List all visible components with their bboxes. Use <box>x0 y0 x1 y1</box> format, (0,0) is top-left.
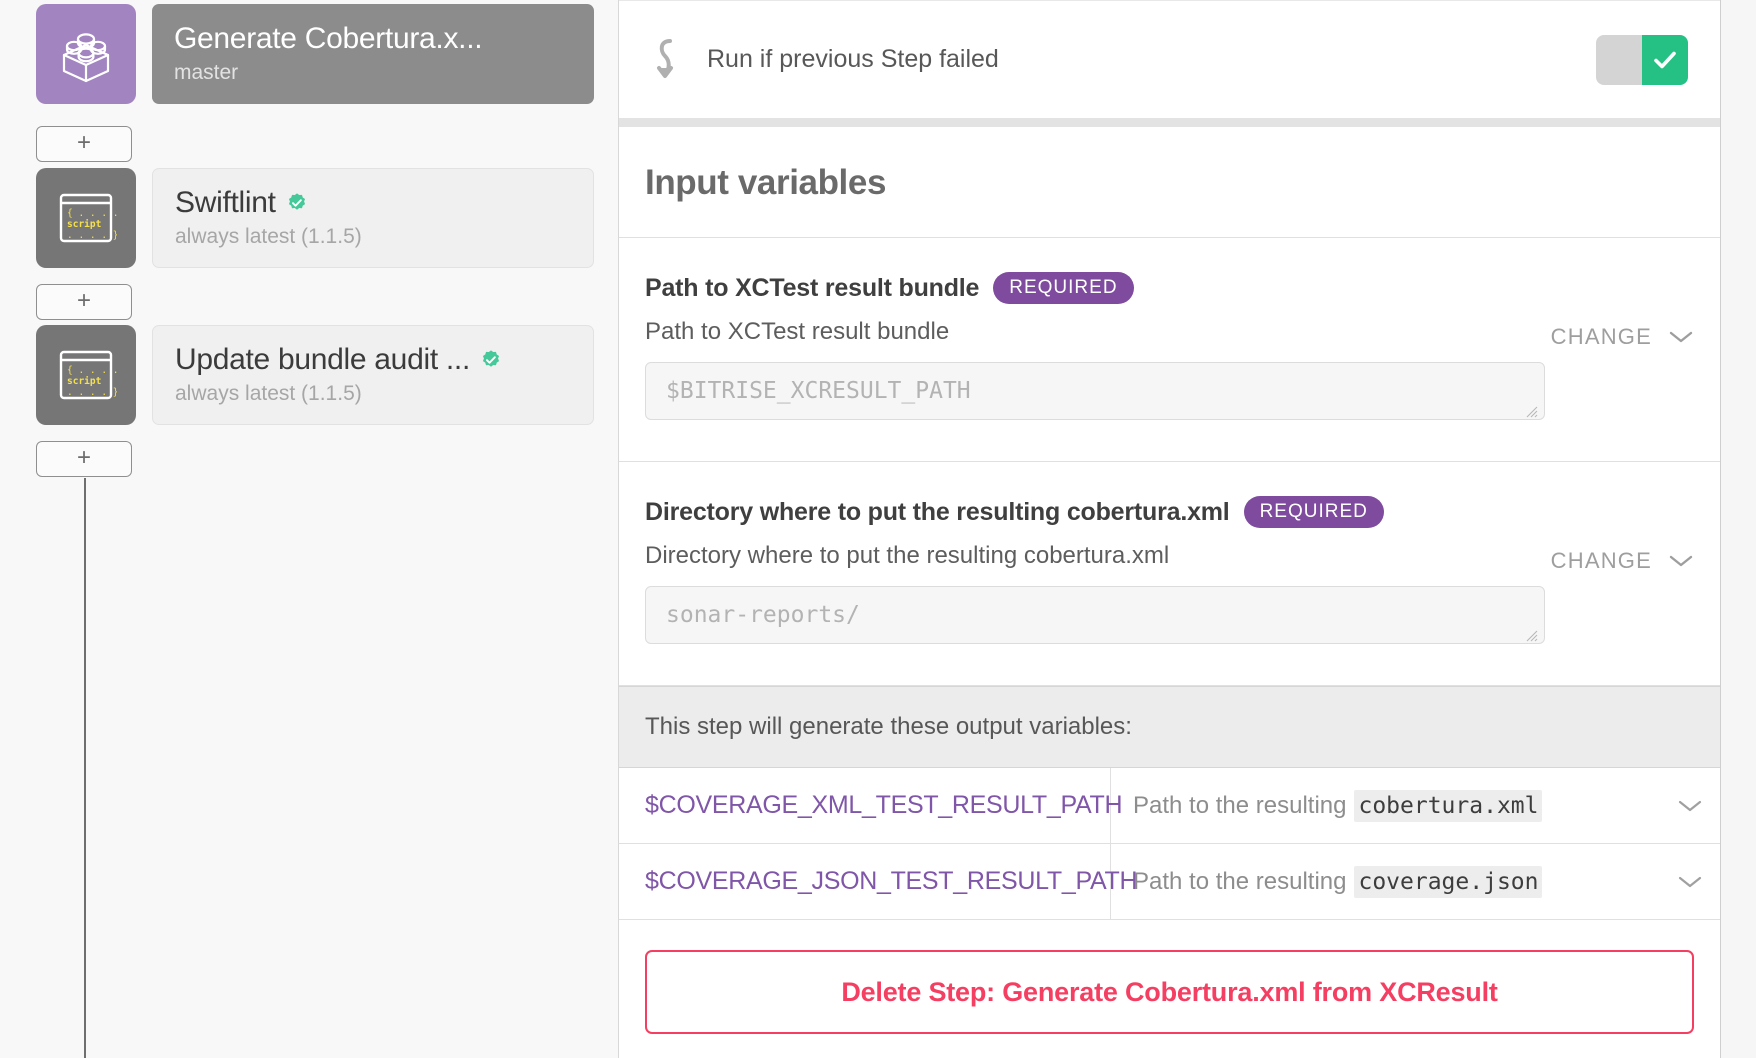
change-toggle-output-dir[interactable]: CHANGE <box>1551 548 1694 574</box>
workflow-step-generate-cobertura[interactable]: Generate Cobertura.x... master <box>36 4 594 104</box>
svg-text:{ . . . .: { . . . . <box>67 208 117 219</box>
output-row-expand-button[interactable] <box>1660 768 1720 843</box>
required-badge: REQUIRED <box>993 272 1133 304</box>
verified-badge-icon <box>286 192 308 214</box>
output-variable-description: Path to the resulting coverage.json <box>1111 844 1660 919</box>
check-icon <box>1651 48 1679 72</box>
script-icon: { . . . . script . . . . } <box>36 168 136 268</box>
svg-text:. . . . }: . . . . } <box>67 230 117 241</box>
run-if-previous-failed-row: Run if previous Step failed <box>619 0 1720 118</box>
step-title: Update bundle audit ... <box>175 344 470 376</box>
input-heading-label: Directory where to put the resulting cob… <box>645 498 1230 527</box>
output-variables-header: This step will generate these output var… <box>619 686 1720 768</box>
output-variable-key[interactable]: $COVERAGE_JSON_TEST_RESULT_PATH <box>619 844 1111 919</box>
chevron-down-icon <box>1677 874 1703 890</box>
workflow-step-swiftlint[interactable]: { . . . . script . . . . } Swiftlint alw… <box>36 168 594 268</box>
output-row-expand-button[interactable] <box>1660 844 1720 919</box>
input-variables-title: Input variables <box>619 127 1720 238</box>
step-title-row: Update bundle audit ... <box>175 344 571 376</box>
output-variable-key[interactable]: $COVERAGE_XML_TEST_RESULT_PATH <box>619 768 1111 843</box>
step-subtitle: always latest (1.1.5) <box>175 225 571 249</box>
chevron-down-icon <box>1677 798 1703 814</box>
input-heading-row: Directory where to put the resulting cob… <box>645 496 1694 528</box>
change-label: CHANGE <box>1551 548 1652 574</box>
run-if-label: Run if previous Step failed <box>707 45 1596 74</box>
input-field-wrap <box>645 362 1545 425</box>
step-card[interactable]: Update bundle audit ... always latest (1… <box>152 325 594 425</box>
verified-badge-icon <box>480 349 502 371</box>
lego-brick-icon <box>36 4 136 104</box>
change-toggle-xcresult-path[interactable]: CHANGE <box>1551 324 1694 350</box>
xcresult-path-input[interactable] <box>645 362 1545 420</box>
svg-text:script: script <box>67 376 101 387</box>
output-desc-prefix: Path to the resulting <box>1133 868 1346 896</box>
output-dir-input[interactable] <box>645 586 1545 644</box>
input-heading-label: Path to XCTest result bundle <box>645 274 979 303</box>
output-desc-code: cobertura.xml <box>1354 790 1542 822</box>
step-title-row: Swiftlint <box>175 187 571 219</box>
step-card[interactable]: Swiftlint always latest (1.1.5) <box>152 168 594 268</box>
change-label: CHANGE <box>1551 324 1652 350</box>
delete-step-wrap: Delete Step: Generate Cobertura.xml from… <box>619 920 1720 1058</box>
step-title: Swiftlint <box>175 187 276 219</box>
step-title-row: Generate Cobertura.x... <box>174 23 572 55</box>
workflow-steps-sidebar: Generate Cobertura.x... master + { . . .… <box>0 0 618 1058</box>
panel-scroll-gutter[interactable] <box>1720 0 1756 1058</box>
toggle-off-half <box>1596 35 1642 85</box>
svg-text:. . . . }: . . . . } <box>67 387 117 398</box>
output-variable-row[interactable]: $COVERAGE_XML_TEST_RESULT_PATH Path to t… <box>619 768 1720 844</box>
output-desc-prefix: Path to the resulting <box>1133 792 1346 820</box>
step-subtitle: always latest (1.1.5) <box>175 382 571 406</box>
step-title: Generate Cobertura.x... <box>174 23 482 55</box>
input-variable-block-xcresult-path: Path to XCTest result bundle REQUIRED Pa… <box>619 238 1720 462</box>
add-step-button-3[interactable]: + <box>36 441 132 477</box>
toggle-on-half <box>1642 35 1688 85</box>
delete-step-button[interactable]: Delete Step: Generate Cobertura.xml from… <box>645 950 1694 1034</box>
input-heading-row: Path to XCTest result bundle REQUIRED <box>645 272 1694 304</box>
input-description: Path to XCTest result bundle <box>645 318 1694 346</box>
svg-text:script: script <box>67 219 101 230</box>
required-badge: REQUIRED <box>1244 496 1384 528</box>
output-variable-description: Path to the resulting cobertura.xml <box>1111 768 1660 843</box>
step-detail-panel: Run if previous Step failed Input variab… <box>618 0 1720 1058</box>
script-icon: { . . . . script . . . . } <box>36 325 136 425</box>
workflow-connector-line <box>84 478 86 1058</box>
run-if-toggle[interactable] <box>1596 35 1688 85</box>
input-field-wrap <box>645 586 1545 649</box>
section-divider <box>619 118 1720 127</box>
input-description: Directory where to put the resulting cob… <box>645 542 1694 570</box>
chevron-down-icon <box>1668 553 1694 569</box>
app-screen: Generate Cobertura.x... master + { . . .… <box>0 0 1756 1058</box>
input-variable-block-output-dir: Directory where to put the resulting cob… <box>619 462 1720 686</box>
output-desc-code: coverage.json <box>1354 866 1542 898</box>
add-step-button-2[interactable]: + <box>36 284 132 320</box>
workflow-step-update-bundle-audit[interactable]: { . . . . script . . . . } Update bundle… <box>36 325 594 425</box>
step-card[interactable]: Generate Cobertura.x... master <box>152 4 594 104</box>
curved-down-arrow-icon <box>645 36 685 84</box>
add-step-button-1[interactable]: + <box>36 126 132 162</box>
output-variable-row[interactable]: $COVERAGE_JSON_TEST_RESULT_PATH Path to … <box>619 844 1720 920</box>
step-subtitle: master <box>174 61 572 85</box>
chevron-down-icon <box>1668 329 1694 345</box>
svg-text:{ . . . .: { . . . . <box>67 365 117 376</box>
